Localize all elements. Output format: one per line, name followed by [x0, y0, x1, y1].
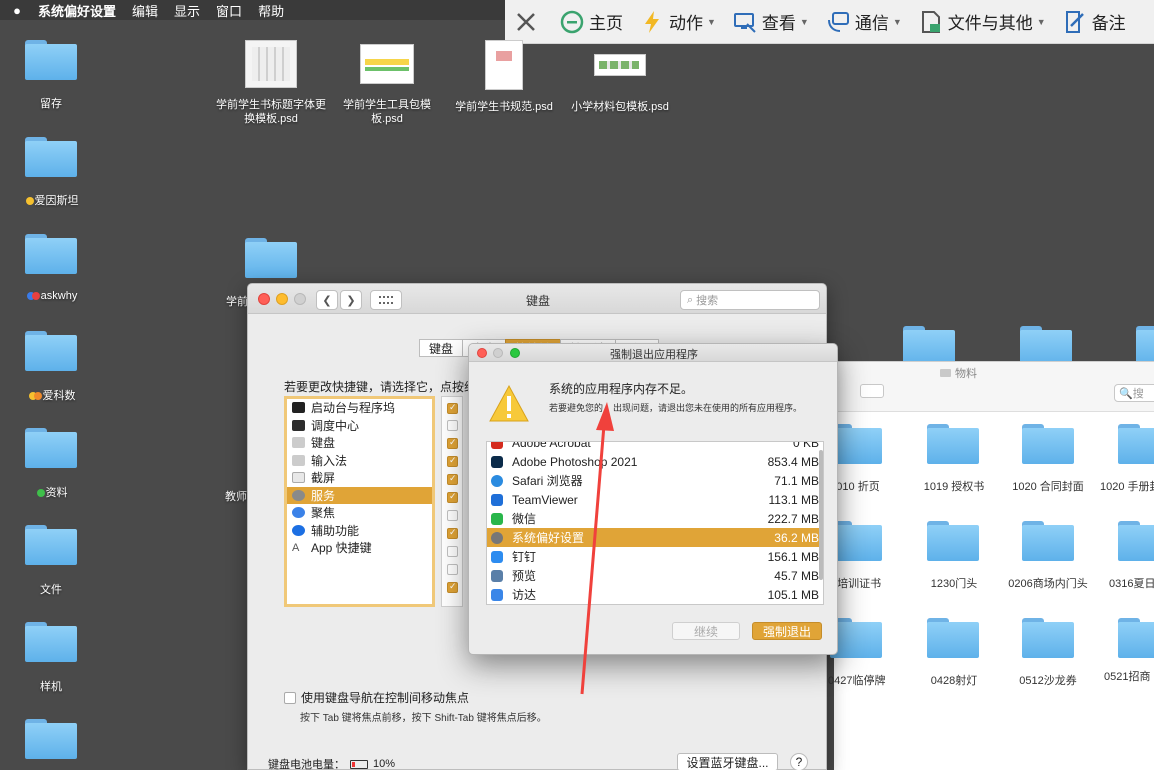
annotation-arrow [580, 402, 614, 695]
